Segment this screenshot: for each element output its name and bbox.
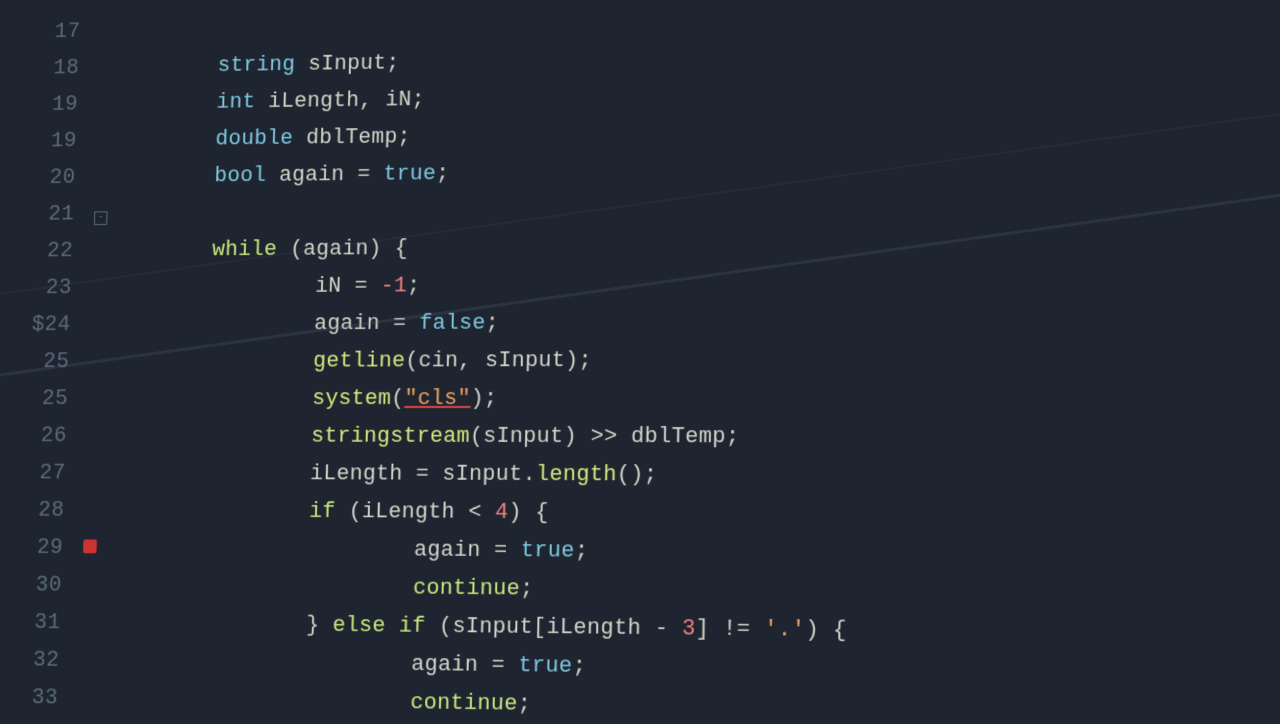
line-number: 33 (6, 685, 76, 711)
line-number: 21 (23, 202, 92, 227)
line-number: 26 (15, 424, 84, 449)
line-number: 27 (14, 461, 83, 486)
line-number: 17 (29, 19, 97, 44)
gutter-fold[interactable]: - (91, 211, 110, 225)
line-number: 20 (24, 165, 93, 190)
fold-icon[interactable]: - (94, 211, 108, 225)
code-text: } while (++iN < iLength) { (91, 680, 653, 724)
code-line-26: 26 iLength = sInput.length(); (15, 418, 1280, 458)
breakpoint-marker[interactable] (83, 539, 97, 553)
line-number: 32 (7, 647, 77, 673)
line-number: 19 (27, 92, 96, 117)
line-number: 25 (17, 386, 86, 410)
line-number: 23 (20, 275, 89, 300)
code-text (111, 159, 125, 196)
code-line-25b: 25 stringstream(sInput) >> dblTemp; (16, 379, 1280, 418)
line-number: 31 (9, 610, 79, 635)
code-line-25a: 25 system("cls"); (18, 340, 1280, 380)
code-line-23: 23 again = false; (20, 262, 1280, 306)
line-number: 29 (11, 535, 80, 560)
line-number: 30 (10, 572, 80, 597)
code-area: 17 string sInput; 18 int iLength, iN; 19… (6, 0, 1280, 724)
line-number: 25 (18, 349, 87, 373)
line-number: 28 (13, 498, 82, 523)
line-number: $24 (19, 312, 88, 337)
line-number: 22 (22, 239, 91, 264)
code-line-24: $24 getline(cin, sInput); (19, 301, 1280, 343)
line-number: 18 (28, 56, 97, 81)
editor-container: 17 string sInput; 18 int iLength, iN; 19… (0, 0, 1280, 724)
gutter-breakpoint[interactable] (80, 539, 100, 553)
line-number: 19 (26, 129, 95, 154)
code-line-27: 27 if (iLength < 4) { (14, 455, 1280, 497)
